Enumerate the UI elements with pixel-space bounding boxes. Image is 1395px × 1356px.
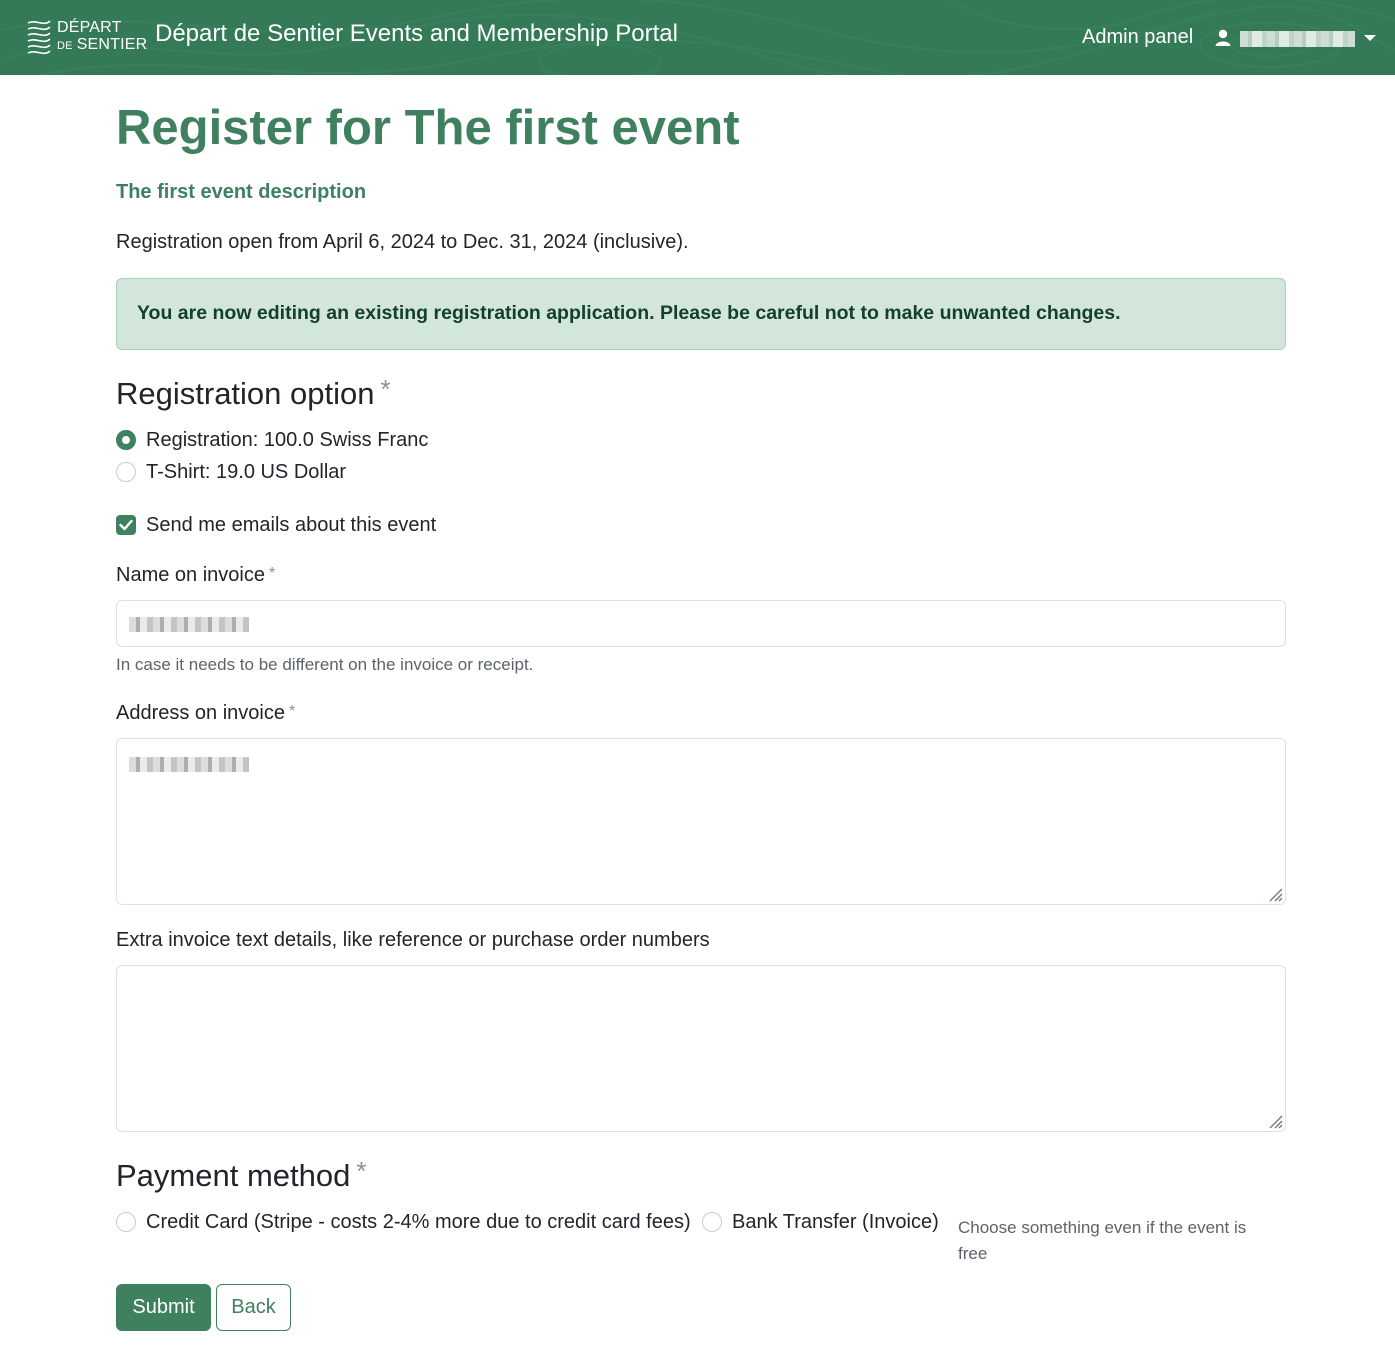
resize-handle-icon[interactable] <box>1267 1113 1283 1129</box>
admin-panel-link[interactable]: Admin panel <box>1082 26 1193 49</box>
check-icon <box>119 519 133 531</box>
required-mark: * <box>268 565 276 582</box>
radio-tshirt[interactable] <box>116 462 136 482</box>
registration-option-title: Registration option <box>116 376 375 411</box>
required-mark: * <box>356 1156 367 1186</box>
emails-checkbox[interactable] <box>116 515 136 535</box>
portal-title[interactable]: Départ de Sentier Events and Membership … <box>155 20 678 48</box>
editing-alert: You are now editing an existing registra… <box>116 278 1286 350</box>
event-description: The first event description <box>116 181 367 203</box>
name-on-invoice-label: Name on invoice * <box>116 564 275 587</box>
top-navbar: DÉPART DE SENTIER Départ de Sentier Event… <box>0 0 1395 75</box>
payment-method-title: Payment method <box>116 1158 351 1193</box>
name-on-invoice-label-text: Name on invoice <box>116 564 265 586</box>
registration-window-text: Registration open from April 6, 2024 to … <box>116 231 689 253</box>
required-mark: * <box>288 703 296 720</box>
user-name-redacted <box>1240 31 1355 47</box>
name-on-invoice-input[interactable] <box>116 600 1286 647</box>
extra-invoice-text-label: Extra invoice text details, like referen… <box>116 929 710 951</box>
page-title: Register for The first event <box>116 101 740 155</box>
emails-checkbox-label[interactable]: Send me emails about this event <box>146 514 436 537</box>
alert-message: You are now editing an existing registra… <box>137 302 1121 324</box>
submit-button[interactable]: Submit <box>116 1284 211 1331</box>
user-menu-dropdown[interactable] <box>1215 28 1380 50</box>
address-on-invoice-textarea[interactable] <box>116 738 1286 905</box>
caret-down-icon <box>1364 35 1376 41</box>
brand-logo[interactable]: DÉPART DE SENTIER <box>26 17 147 59</box>
address-on-invoice-label: Address on invoice * <box>116 702 295 725</box>
payment-method-heading: Payment method * <box>116 1156 366 1194</box>
user-icon <box>1215 29 1231 46</box>
address-on-invoice-label-text: Address on invoice <box>116 702 285 724</box>
option-label-registration[interactable]: Registration: 100.0 Swiss Franc <box>146 429 428 452</box>
redacted-value <box>129 757 249 772</box>
brand-name-line2: DE SENTIER <box>57 36 147 54</box>
resize-handle-icon[interactable] <box>1267 886 1283 902</box>
brand-name-prefix: DE <box>57 40 73 52</box>
radio-credit-card[interactable] <box>116 1212 136 1232</box>
brand-name-suffix: SENTIER <box>76 36 148 53</box>
radio-registration[interactable] <box>116 430 136 450</box>
payment-method-help-line1: Choose something even if the event is <box>958 1218 1247 1237</box>
option-label-credit-card[interactable]: Credit Card (Stripe - costs 2-4% more du… <box>146 1211 691 1234</box>
name-on-invoice-help: In case it needs to be different on the … <box>116 655 534 674</box>
payment-method-help-line2: free <box>958 1244 988 1263</box>
option-label-bank-transfer[interactable]: Bank Transfer (Invoice) <box>732 1211 939 1234</box>
option-label-tshirt[interactable]: T-Shirt: 19.0 US Dollar <box>146 461 346 484</box>
payment-method-help: Choose something even if the event is fr… <box>958 1215 1246 1267</box>
back-button[interactable]: Back <box>216 1284 291 1331</box>
required-mark: * <box>380 374 391 404</box>
extra-invoice-text-textarea[interactable] <box>116 965 1286 1132</box>
brand-name-line1: DÉPART <box>57 19 122 36</box>
redacted-value <box>129 617 249 632</box>
logo-mark-icon <box>27 20 51 55</box>
radio-bank-transfer[interactable] <box>702 1212 722 1232</box>
registration-option-heading: Registration option * <box>116 374 391 412</box>
